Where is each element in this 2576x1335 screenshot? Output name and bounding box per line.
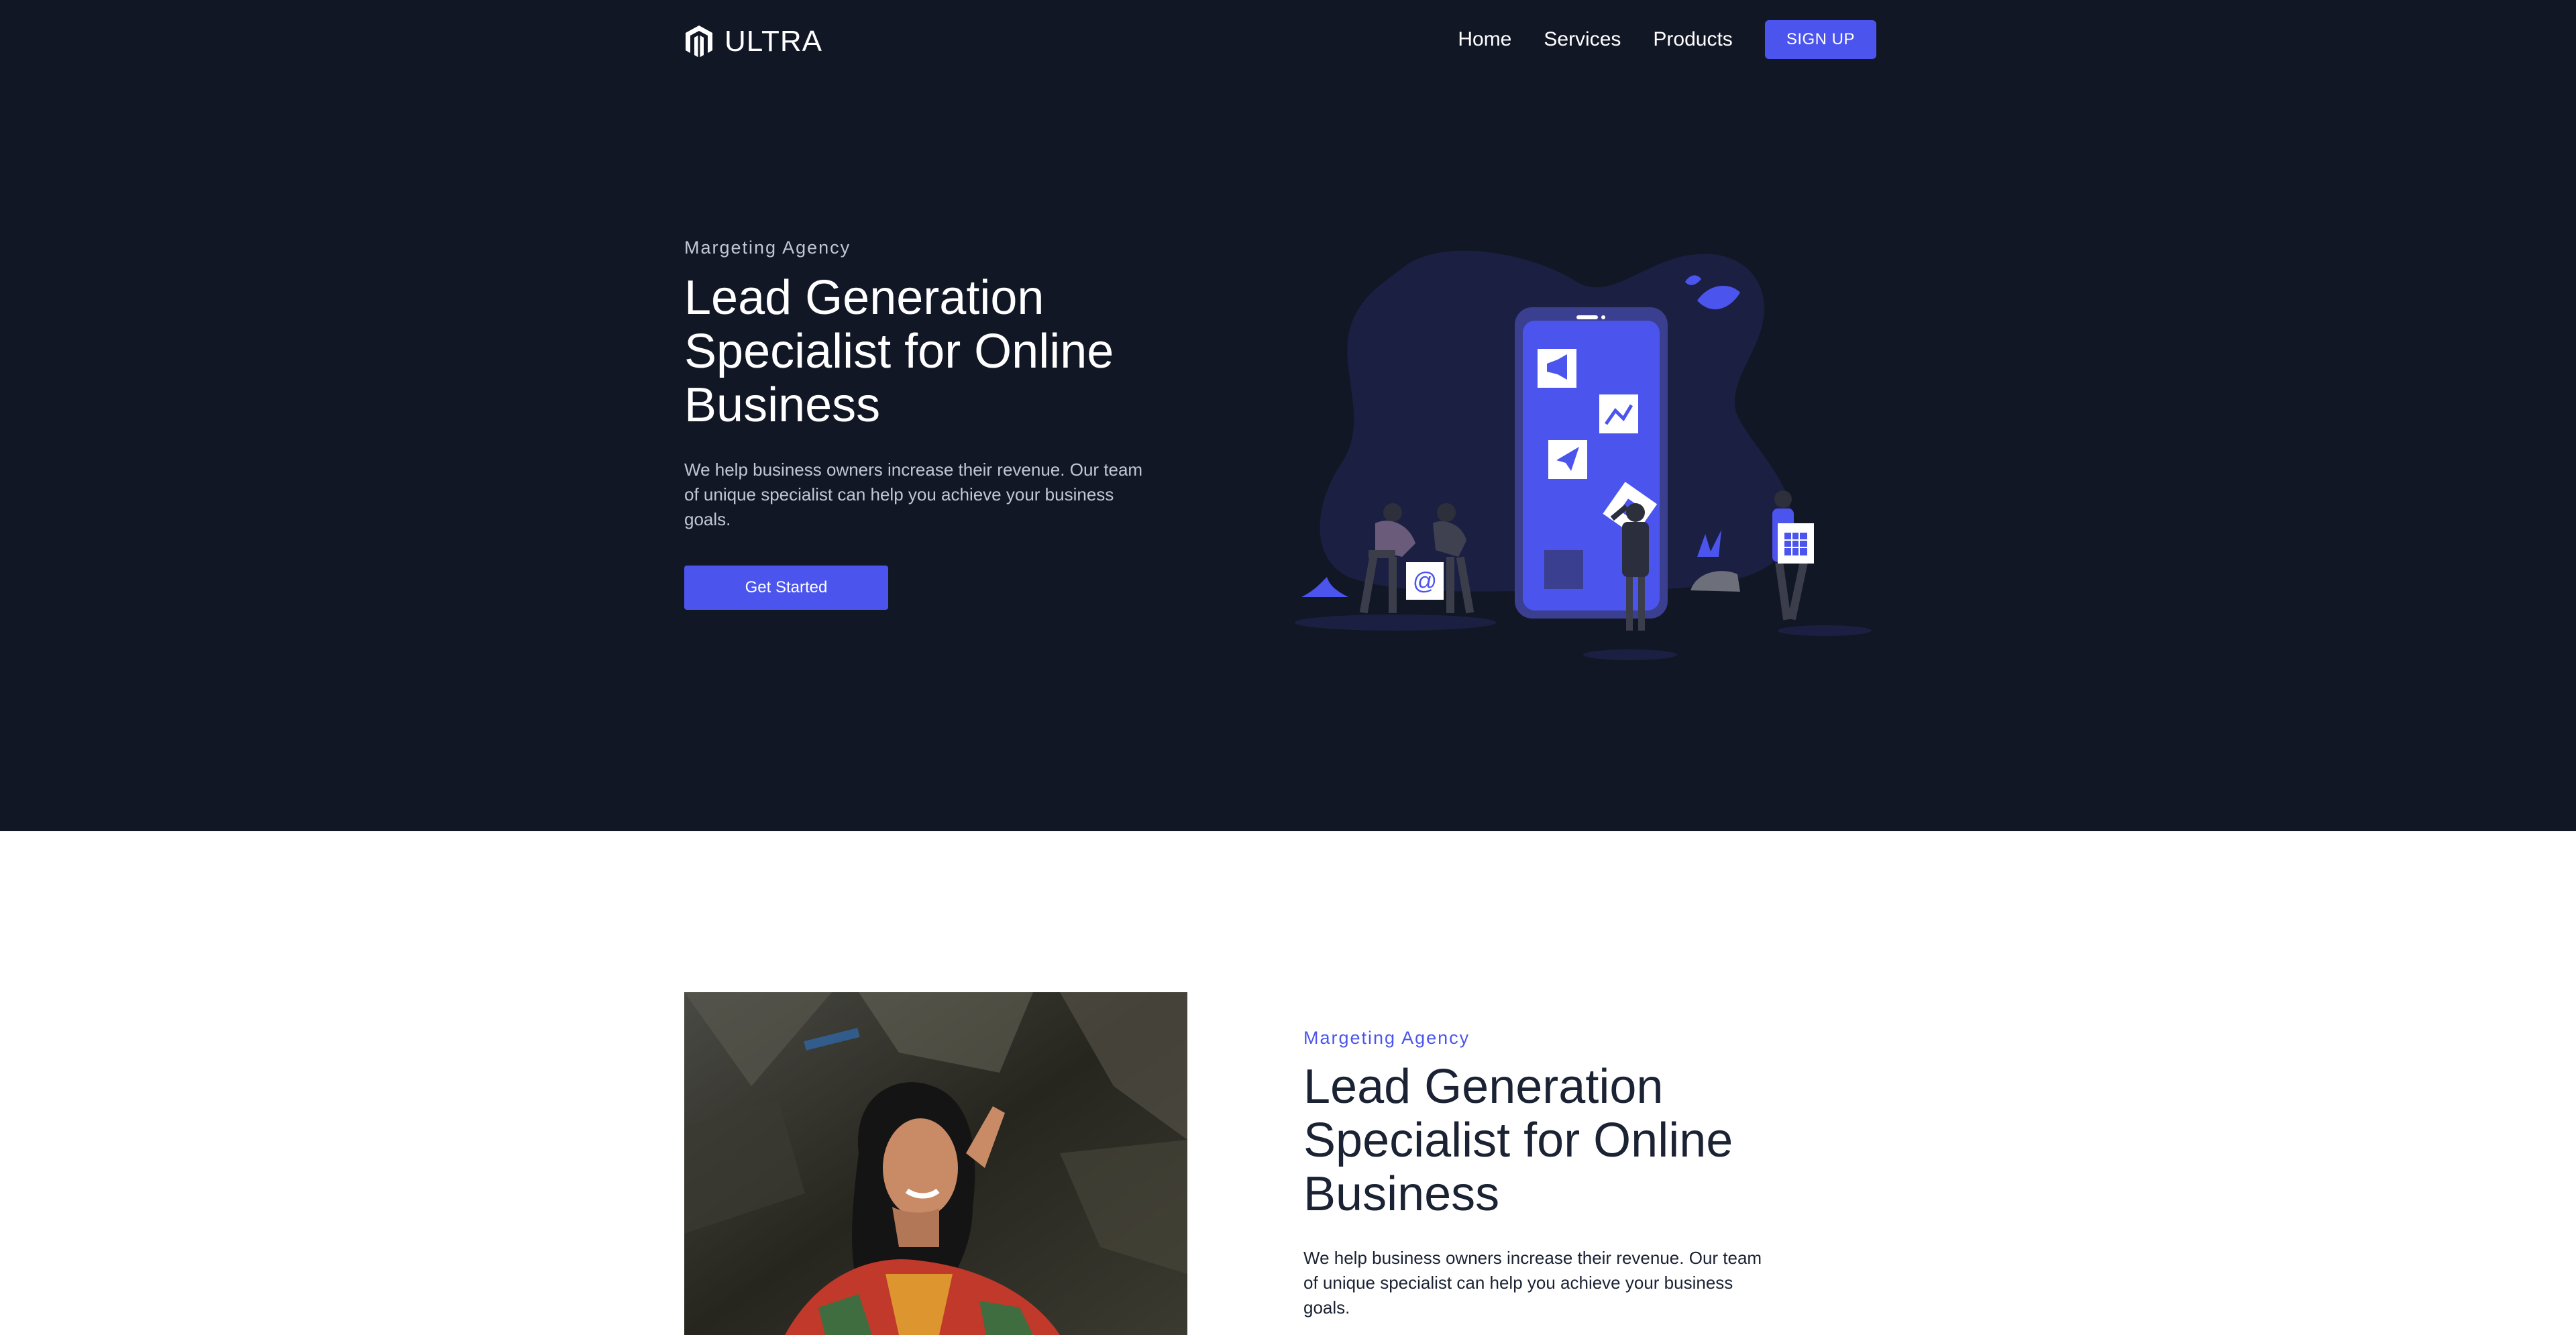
feature-description-line: We help business owners increase their r… xyxy=(1303,1248,1762,1268)
feature-eyebrow: Margeting Agency xyxy=(1303,1028,1470,1048)
email-glyph: @ xyxy=(1413,567,1438,594)
hero-section: ULTRA Home Services Products SIGN UP Mar… xyxy=(0,0,2576,831)
feature-description: We help business owners increase their r… xyxy=(1303,1246,1762,1320)
brand-name: ULTRA xyxy=(724,25,822,58)
hero-description-line: of unique specialist can help you achiev… xyxy=(684,484,1114,504)
get-started-button[interactable]: Get Started xyxy=(684,566,888,610)
calendar-icon xyxy=(1778,523,1814,564)
feature-description-line: of unique specialist can help you achiev… xyxy=(1303,1273,1733,1293)
hero-illustration: @ xyxy=(1295,250,1872,660)
hero-description-line: We help business owners increase their r… xyxy=(684,460,1143,480)
hero-description: We help business owners increase their r… xyxy=(684,458,1142,532)
hero-title-line: Specialist for Online xyxy=(684,325,1114,378)
hero-title: Lead Generation Specialist for Online Bu… xyxy=(684,271,1114,432)
nav-home[interactable]: Home xyxy=(1458,28,1511,51)
paper-plane-icon xyxy=(1548,440,1587,479)
feature-title: Lead Generation Specialist for Online Bu… xyxy=(1303,1060,1733,1221)
hero-eyebrow: Margeting Agency xyxy=(684,237,851,258)
feature-description-line: goals. xyxy=(1303,1297,1350,1318)
signup-button[interactable]: SIGN UP xyxy=(1764,20,1876,59)
feature-title-line: Business xyxy=(1303,1167,1500,1221)
hero-title-line: Business xyxy=(684,378,881,432)
nav-products[interactable]: Products xyxy=(1653,28,1732,51)
hero-description-line: goals. xyxy=(684,509,731,529)
feature-title-line: Specialist for Online xyxy=(1303,1114,1733,1167)
feature-title-line: Lead Generation xyxy=(1303,1060,1664,1114)
logo[interactable]: ULTRA xyxy=(684,23,822,60)
feature-photo xyxy=(684,992,1187,1335)
email-icon: @ xyxy=(1406,562,1444,600)
nav-services[interactable]: Services xyxy=(1544,28,1621,51)
megaphone-icon xyxy=(1538,349,1576,388)
main-nav: Home Services Products SIGN UP xyxy=(1458,20,1876,59)
feature-section xyxy=(0,831,2576,1335)
chart-icon xyxy=(1599,394,1638,433)
ultra-logo-icon xyxy=(686,25,712,58)
hero-title-line: Lead Generation xyxy=(684,271,1044,325)
